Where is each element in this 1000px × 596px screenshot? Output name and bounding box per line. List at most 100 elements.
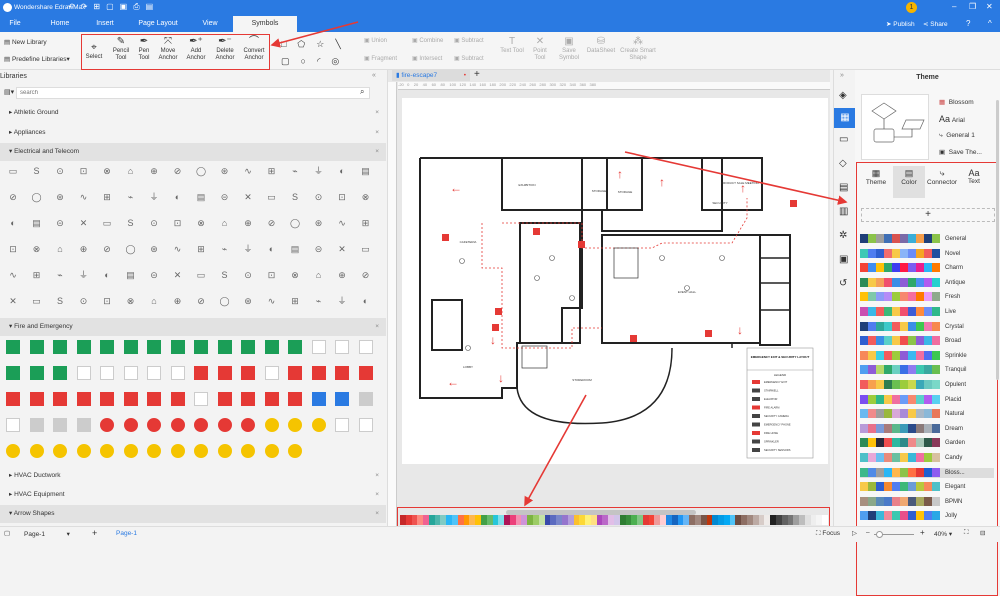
fire-safety-symbol[interactable] <box>288 392 302 406</box>
fire-safety-symbol[interactable] <box>76 392 91 406</box>
electrical-symbol[interactable]: ⊞ <box>100 190 114 204</box>
fire-safety-symbol[interactable] <box>147 392 161 406</box>
focus-button[interactable]: ⛶ Focus <box>816 530 840 538</box>
create-smart-shape-button[interactable]: ⁂ Create Smart Shape <box>618 36 658 62</box>
electrical-symbol[interactable]: ◯ <box>218 294 232 308</box>
page-icon[interactable]: ▤ <box>839 182 848 193</box>
electrical-symbol[interactable]: ⊡ <box>171 216 185 230</box>
electrical-symbol[interactable]: ⌁ <box>53 268 67 282</box>
play-icon[interactable]: ▷ <box>852 529 857 537</box>
electrical-symbol[interactable]: ∿ <box>6 268 20 282</box>
electrical-symbol[interactable]: ▤ <box>359 164 373 178</box>
electrical-symbol[interactable]: ∿ <box>77 190 91 204</box>
fire-safety-symbol[interactable] <box>170 392 185 406</box>
network-icon[interactable]: ✲ <box>839 230 847 241</box>
color-theme-live[interactable]: Live <box>860 307 994 317</box>
fire-safety-symbol[interactable] <box>217 340 232 354</box>
zoom-slider-handle[interactable] <box>876 531 883 538</box>
fire-safety-symbol[interactable] <box>147 444 161 458</box>
electrical-symbol[interactable]: ⊞ <box>194 242 208 256</box>
color-theme-bloss[interactable]: Bloss... <box>860 467 994 478</box>
color-theme-antique[interactable]: Antique <box>860 277 994 288</box>
fire-safety-symbol[interactable] <box>123 392 138 406</box>
image-icon[interactable]: ▭ <box>839 134 848 145</box>
fire-safety-symbol[interactable] <box>358 418 373 432</box>
save-symbol-button[interactable]: ▣ Save Symbol <box>556 36 582 62</box>
electrical-symbol[interactable]: ⊞ <box>30 268 44 282</box>
fire-safety-symbol[interactable] <box>217 366 232 380</box>
electrical-symbol[interactable]: ∿ <box>171 242 185 256</box>
tab-page-layout[interactable]: Page Layout <box>132 16 184 32</box>
theme-subtab-text[interactable]: Aa Text <box>961 168 987 185</box>
electrical-symbol[interactable]: ⊕ <box>241 216 255 230</box>
union-button[interactable]: ▣ Union <box>364 38 387 45</box>
electrical-symbol[interactable]: ✕ <box>6 294 20 308</box>
electrical-symbol[interactable]: ▭ <box>30 294 44 308</box>
layers-icon[interactable]: ◇ <box>839 158 847 169</box>
fire-safety-symbol[interactable] <box>217 418 232 432</box>
fragment-button[interactable]: ▣ Fragment <box>364 56 397 63</box>
color-theme-jolly[interactable]: Jolly <box>860 511 994 521</box>
electrical-symbol[interactable]: ◐ <box>265 242 279 256</box>
electrical-symbol[interactable]: S <box>218 268 232 282</box>
save-theme-button[interactable]: ▣ Save The... <box>939 148 982 156</box>
electrical-symbol[interactable]: ◐ <box>171 190 185 204</box>
electrical-symbol[interactable]: ⊙ <box>312 190 326 204</box>
fire-safety-symbol[interactable] <box>100 392 114 406</box>
fire-safety-symbol[interactable] <box>288 340 302 354</box>
fire-safety-symbol[interactable] <box>53 392 67 406</box>
history-icon[interactable]: ↺ <box>839 278 847 289</box>
electrical-symbol[interactable]: ∿ <box>335 216 349 230</box>
fire-safety-symbol[interactable] <box>100 366 114 380</box>
fire-safety-symbol[interactable] <box>170 418 185 432</box>
electrical-symbol[interactable]: ⌂ <box>218 216 232 230</box>
electrical-symbol[interactable]: ⊡ <box>100 294 114 308</box>
electrical-symbol[interactable]: ⊘ <box>194 294 208 308</box>
electrical-symbol[interactable]: S <box>53 294 67 308</box>
tab-symbols[interactable]: Symbols <box>233 16 297 32</box>
fire-safety-symbol[interactable] <box>147 340 161 354</box>
fire-safety-symbol[interactable] <box>100 444 114 458</box>
electrical-symbol[interactable]: ⊗ <box>100 164 114 178</box>
fire-safety-symbol[interactable] <box>335 366 349 380</box>
fire-safety-symbol[interactable] <box>76 444 91 458</box>
close-button[interactable]: ✕ <box>986 2 993 11</box>
close-icon[interactable]: × <box>375 486 379 504</box>
fire-safety-symbol[interactable] <box>6 392 20 406</box>
page-tab[interactable]: Page-1 <box>116 530 137 537</box>
fire-safety-symbol[interactable] <box>264 418 279 432</box>
expand-icon[interactable]: » <box>840 72 844 79</box>
electrical-symbol[interactable]: ✕ <box>335 242 349 256</box>
electrical-symbol[interactable]: ◯ <box>124 242 138 256</box>
fire-safety-symbol[interactable] <box>311 340 326 354</box>
theme-current-font[interactable]: Aa Arial <box>939 114 965 124</box>
subtract-button[interactable]: ▣ Subtract <box>454 38 484 45</box>
electrical-symbol[interactable]: ⊡ <box>265 268 279 282</box>
color-theme-opulent[interactable]: Opulent <box>860 380 994 390</box>
color-theme-novel[interactable]: Novel <box>860 248 994 259</box>
color-theme-general[interactable]: General <box>860 234 994 244</box>
point-tool-button[interactable]: ✕ Point Tool <box>528 36 552 62</box>
intersect-button[interactable]: ▣ Intersect <box>412 56 442 63</box>
electrical-symbol[interactable]: ⊗ <box>359 190 373 204</box>
tab-view[interactable]: View <box>190 16 230 32</box>
electrical-symbol[interactable]: S <box>30 164 44 178</box>
electrical-symbol[interactable]: ⏚ <box>147 190 161 204</box>
theme-current-connector[interactable]: ⤷ General 1 <box>939 132 975 140</box>
color-theme-bpmn[interactable]: BPMN <box>860 496 994 507</box>
fire-safety-symbol[interactable] <box>335 418 349 432</box>
electrical-symbol[interactable]: ⊛ <box>312 216 326 230</box>
fire-safety-symbol[interactable] <box>241 418 255 432</box>
shape-tools[interactable]: □⬠☆╲ ▢○◜◎ <box>281 36 361 70</box>
collapse-ribbon-icon[interactable]: ^ <box>988 19 992 28</box>
fire-safety-symbol[interactable] <box>29 366 44 380</box>
category-hvac-equipment[interactable]: ▸ HVAC Equipment × <box>0 486 386 504</box>
library-menu-icon[interactable]: ▤▾ <box>4 88 14 96</box>
electrical-symbol[interactable]: ⊙ <box>147 216 161 230</box>
minimize-button[interactable]: – <box>952 2 956 11</box>
electrical-symbol[interactable]: S <box>288 190 302 204</box>
fire-safety-symbol[interactable] <box>264 340 279 354</box>
fit-width-icon[interactable]: ⊟ <box>980 529 985 537</box>
electrical-symbol[interactable]: ⊗ <box>30 242 44 256</box>
fire-safety-symbol[interactable] <box>358 340 373 354</box>
